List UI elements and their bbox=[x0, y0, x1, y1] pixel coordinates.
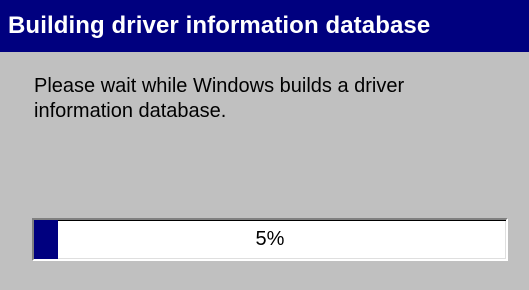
wait-message: Please wait while Windows builds a drive… bbox=[34, 75, 405, 122]
dialog-title: Building driver information database bbox=[8, 12, 431, 39]
title-bar[interactable]: Building driver information database bbox=[0, 0, 529, 52]
driver-database-dialog: Building driver information database Ple… bbox=[0, 0, 529, 290]
progress-bar: 5% bbox=[32, 218, 508, 261]
progress-percent-label: 5% bbox=[255, 228, 285, 250]
